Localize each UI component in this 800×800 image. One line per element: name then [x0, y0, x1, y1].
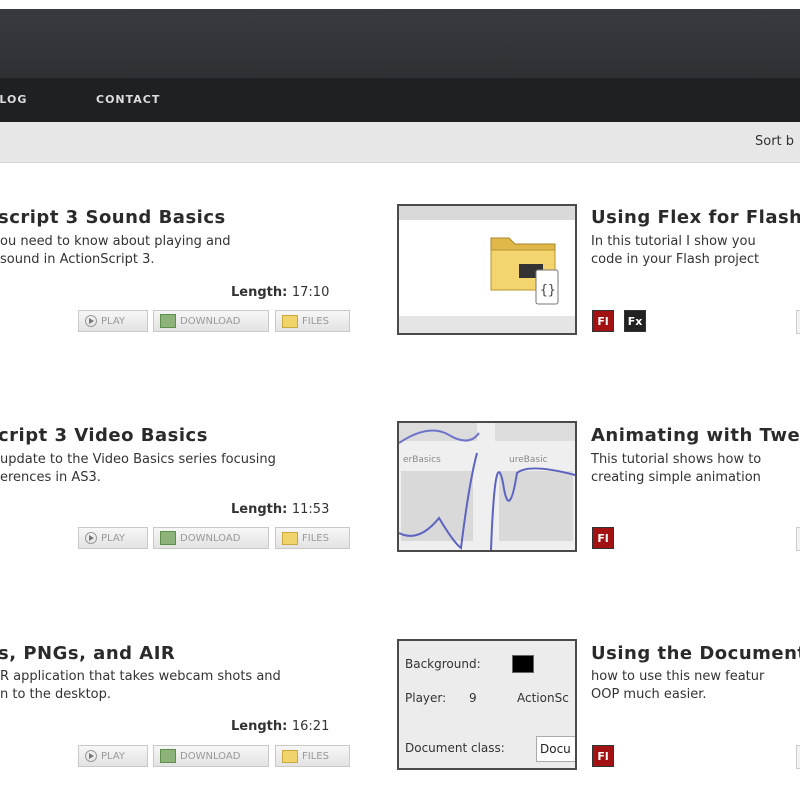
length-label: Length: [231, 285, 288, 300]
document-class-field: Docu [536, 736, 575, 762]
nav-blog[interactable]: BLOG [0, 93, 27, 106]
files-button-label: FILES [302, 751, 329, 762]
length-label: Length: [231, 719, 288, 734]
download-icon [160, 749, 176, 763]
tutorial-desc-line: code in your Flash project [591, 252, 760, 267]
length-label: Length: [231, 502, 288, 517]
download-icon [160, 531, 176, 545]
play-button-label: PLAY [101, 533, 126, 544]
files-button[interactable]: FILES [275, 745, 350, 767]
play-button[interactable] [796, 527, 800, 551]
play-button-label: PLAY [101, 751, 126, 762]
play-button[interactable]: PLAY [78, 745, 148, 767]
thumbnail-label: ureBasic [509, 455, 548, 465]
tutorial-thumbnail[interactable]: {} [397, 204, 577, 335]
tutorial-desc-line: ou need to know about playing and [0, 234, 231, 249]
actionscript-label: ActionSc [517, 691, 569, 705]
tutorial-desc-line: sound in ActionScript 3. [0, 252, 155, 267]
tutorial-desc-line: OOP much easier. [591, 687, 707, 702]
player-label: Player: [405, 691, 447, 705]
tutorial-length: Length: 16:21 [231, 719, 329, 734]
svg-text:{}: {} [540, 283, 556, 298]
play-button-label: PLAY [101, 316, 126, 327]
tutorial-desc-line: creating simple animation [591, 470, 761, 485]
tutorial-thumbnail[interactable]: erBasics ureBasic [397, 421, 577, 552]
tutorial-length: Length: 11:53 [231, 502, 329, 517]
download-button[interactable]: DOWNLOAD [153, 527, 269, 549]
folder-icon [282, 531, 298, 545]
tutorial-title[interactable]: script 3 Sound Basics [0, 207, 226, 228]
thumbnail-label: erBasics [403, 455, 441, 465]
tutorial-desc-line: This tutorial shows how to [591, 452, 762, 467]
easing-graph-icon [399, 423, 575, 550]
tutorial-desc-line: n to the desktop. [0, 687, 112, 702]
header-top-edge [0, 0, 800, 9]
tutorial-title[interactable]: Animating with Twe [591, 425, 800, 446]
tutorial-desc-line: erences in AS3. [0, 470, 101, 485]
folder-icon [282, 314, 298, 328]
folder-icon [282, 749, 298, 763]
tutorial-desc-line: update to the Video Basics series focusi… [0, 452, 276, 467]
play-icon [85, 315, 97, 327]
background-swatch [512, 655, 534, 673]
sort-by-label[interactable]: Sort b [755, 134, 794, 149]
tutorial-desc-line: how to use this new featur [591, 669, 765, 684]
tutorial-title[interactable]: cript 3 Video Basics [0, 425, 208, 446]
files-button[interactable]: FILES [275, 310, 350, 332]
tutorial-desc-line: In this tutorial I show you [591, 234, 756, 249]
files-button-label: FILES [302, 316, 329, 327]
flash-badge-icon: Fl [592, 745, 614, 767]
play-button[interactable] [796, 745, 800, 769]
length-value: 17:10 [291, 285, 330, 300]
download-icon [160, 314, 176, 328]
background-label: Background: [405, 657, 481, 671]
tutorial-length: Length: 17:10 [231, 285, 329, 300]
files-button-label: FILES [302, 533, 329, 544]
play-icon [85, 532, 97, 544]
files-button[interactable]: FILES [275, 527, 350, 549]
download-button[interactable]: DOWNLOAD [153, 310, 269, 332]
download-button-label: DOWNLOAD [180, 751, 241, 762]
download-button-label: DOWNLOAD [180, 533, 241, 544]
flash-badge-icon: Fl [592, 310, 614, 332]
play-button[interactable]: PLAY [78, 310, 148, 332]
document-class-label: Document class: [405, 741, 505, 755]
tutorial-title[interactable]: Using the Document [591, 643, 800, 664]
main-nav: BLOG CONTACT [0, 78, 800, 122]
tutorial-thumbnail[interactable]: Background: Player: 9 ActionSc Document … [397, 639, 577, 770]
download-button[interactable]: DOWNLOAD [153, 745, 269, 767]
play-icon [85, 750, 97, 762]
nav-contact[interactable]: CONTACT [96, 93, 160, 106]
flex-badge-icon: Fx [624, 310, 646, 332]
sort-bar: Sort b [0, 122, 800, 163]
play-button[interactable] [796, 310, 800, 334]
length-value: 16:21 [291, 719, 330, 734]
length-value: 11:53 [291, 502, 330, 517]
tutorial-desc-line: R application that takes webcam shots an… [0, 669, 281, 684]
flash-badge-icon: Fl [592, 527, 614, 549]
site-header [0, 0, 800, 78]
download-button-label: DOWNLOAD [180, 316, 241, 327]
tutorial-title[interactable]: Using Flex for Flash [591, 207, 800, 228]
folder-file-icon: {} [399, 206, 575, 333]
tutorial-title[interactable]: s, PNGs, and AIR [0, 643, 175, 664]
play-button[interactable]: PLAY [78, 527, 148, 549]
player-value: 9 [469, 691, 477, 705]
